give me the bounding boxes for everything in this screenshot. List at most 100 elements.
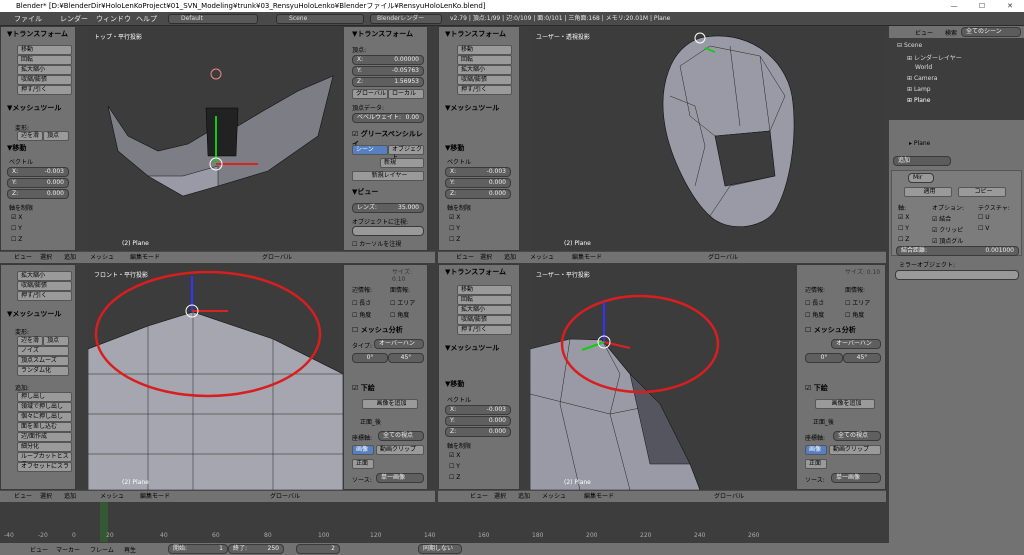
br-scale-button[interactable]: 拡大縮小 <box>457 305 512 315</box>
merge-distance-field[interactable]: 結合距離: 0.001000 <box>896 246 1019 256</box>
tr-mesh-tools-header[interactable]: ▼メッシュツール <box>445 103 499 113</box>
move-x-field[interactable]: X: -0.003 <box>7 167 69 177</box>
bl-slide-vertex[interactable]: 頂点 <box>43 336 69 346</box>
lock-object-field[interactable] <box>352 226 424 236</box>
extrude-region-button[interactable]: 領域で押し出し <box>17 402 72 412</box>
constraint-x-checkbox[interactable]: ☑ X <box>11 214 22 221</box>
move-z-field[interactable]: Z: 0.000 <box>7 189 69 199</box>
br-angle-checkbox[interactable]: ☐ 角度 <box>805 310 824 319</box>
layout-dropdown[interactable]: Default <box>168 14 258 24</box>
br-push-button[interactable]: 押す/引く <box>457 325 512 335</box>
outliner-renderlayer[interactable]: ⊞ レンダーレイヤー <box>907 53 962 62</box>
tr-constraint-z[interactable]: ☐ Z <box>449 236 460 243</box>
shrink-button[interactable]: 収縮/膨張 <box>17 75 72 85</box>
menu-window[interactable]: ウィンドウ <box>96 12 131 26</box>
new-layer-button[interactable]: 新規レイヤー <box>352 171 424 181</box>
hdr-view[interactable]: ビュー <box>14 252 32 263</box>
br-min-angle-field[interactable]: 0° <box>805 353 843 363</box>
mesh-tools-header[interactable]: ▼メッシュツール <box>7 103 61 113</box>
tl-frame-menu[interactable]: フレーム <box>90 545 114 554</box>
br-source-dropdown[interactable]: 単一画像 <box>831 473 881 483</box>
hdr-mode[interactable]: 編集モード <box>140 491 170 502</box>
bl-scale-button[interactable]: 拡大縮小 <box>17 271 72 281</box>
tr-scale-button[interactable]: 拡大縮小 <box>457 65 512 75</box>
image-tab[interactable]: 画像 <box>352 445 374 455</box>
hdr-global[interactable]: グローバル <box>714 491 744 502</box>
viewport-front-ortho[interactable]: フロント・平行投影 (2) Plane <box>88 264 343 490</box>
viewport-user-ortho[interactable]: ユーザー・平行投影 (2) Plane <box>530 264 796 490</box>
br-length-checkbox[interactable]: ☐ 長さ <box>805 298 824 307</box>
hdr-global[interactable]: グローバル <box>708 252 738 263</box>
constraint-z-checkbox[interactable]: ☐ Z <box>11 236 22 243</box>
start-frame-field[interactable]: 開始: 1 <box>168 544 228 554</box>
br-shrink-button[interactable]: 収縮/膨張 <box>457 315 512 325</box>
min-angle-field[interactable]: 0° <box>352 353 388 363</box>
viewport-top-ortho[interactable]: トップ・平行投影 (2) Plane <box>88 26 343 251</box>
outliner-camera[interactable]: ⊞ Camera <box>907 75 937 82</box>
slide-vertex-button[interactable]: 頂点 <box>43 131 69 141</box>
close-button[interactable]: ✕ <box>996 0 1024 12</box>
hdr-add[interactable]: 追加 <box>518 491 530 502</box>
hdr-mode[interactable]: 編集モード <box>572 252 602 263</box>
hdr-view[interactable]: ビュー <box>456 252 474 263</box>
offset-edge-button[interactable]: オフセットにスラ <box>17 462 72 472</box>
tr-constraint-x[interactable]: ☑ X <box>449 214 460 221</box>
vertex-x-field[interactable]: X: 0.00000 <box>352 55 424 65</box>
hdr-add[interactable]: 追加 <box>504 252 516 263</box>
br-area-checkbox[interactable]: ☐ エリア <box>845 298 870 307</box>
br-constraint-x[interactable]: ☑ X <box>449 452 460 459</box>
hdr-mesh[interactable]: メッシュ <box>530 252 554 263</box>
br-constraint-y[interactable]: ☐ Y <box>449 463 460 470</box>
gp-new-button[interactable]: 新規 <box>380 158 424 168</box>
outliner-search-menu[interactable]: 検索 <box>945 28 957 37</box>
br-bg-images-header[interactable]: ☑ 下絵 <box>805 383 828 393</box>
tr-move-x-field[interactable]: X: -0.003 <box>445 167 511 177</box>
push-pull-button[interactable]: 押す/引く <box>17 85 72 95</box>
hdr-mesh[interactable]: メッシュ <box>90 252 114 263</box>
hdr-select[interactable]: 選択 <box>480 252 492 263</box>
tr-shrink-button[interactable]: 収縮/膨張 <box>457 75 512 85</box>
menu-help[interactable]: ヘルプ <box>136 12 157 26</box>
modifier-name-field[interactable]: Mir <box>908 173 934 183</box>
front-button[interactable]: 正面 <box>352 459 374 469</box>
copy-button[interactable]: コピー <box>958 187 1006 197</box>
bevel-weight-field[interactable]: ベベルウェイト: 0.00 <box>352 113 424 123</box>
hdr-mode[interactable]: 編集モード <box>584 491 614 502</box>
hdr-add[interactable]: 追加 <box>64 491 76 502</box>
inset-button[interactable]: 面を差し込む <box>17 422 72 432</box>
analysis-type-dropdown[interactable]: オーバーハン <box>374 339 424 349</box>
axis-dropdown[interactable]: 全ての視点 <box>378 431 424 441</box>
constraint-y-checkbox[interactable]: ☐ Y <box>11 225 22 232</box>
area-checkbox[interactable]: ☐ エリア <box>390 298 415 307</box>
br-front-button[interactable]: 正面 <box>805 459 827 469</box>
tr-rotate-button[interactable]: 回転 <box>457 55 512 65</box>
extrude-individual-button[interactable]: 個々に押し出し <box>17 412 72 422</box>
hdr-add[interactable]: 追加 <box>64 252 76 263</box>
vertex-z-field[interactable]: Z: 1.56953 <box>352 77 424 87</box>
minimize-button[interactable]: — <box>940 0 968 12</box>
angle-checkbox[interactable]: ☐ 角度 <box>352 310 371 319</box>
scene-dropdown[interactable]: Scene <box>276 14 364 24</box>
br-op-move-header[interactable]: ▼移動 <box>445 379 464 389</box>
outliner-world[interactable]: World <box>915 64 932 71</box>
tr-move-z-field[interactable]: Z: 0.000 <box>445 189 511 199</box>
outliner-plane[interactable]: ⊞ Plane <box>907 97 930 104</box>
movie-clip-tab[interactable]: 動画クリップ <box>376 445 424 455</box>
viewport-user-persp[interactable]: ユーザー・透視投影 (2) Plane <box>530 26 886 251</box>
max-angle-field[interactable]: 45° <box>388 353 424 363</box>
axis-z-checkbox[interactable]: ☐ Z <box>898 236 909 243</box>
br-movie-clip-tab[interactable]: 動画クリップ <box>829 445 881 455</box>
br-analysis-type-dropdown[interactable]: オーバーハン <box>831 339 881 349</box>
hdr-view[interactable]: ビュー <box>470 491 488 502</box>
br-move-y-field[interactable]: Y: 0.000 <box>445 416 511 426</box>
face-angle-checkbox[interactable]: ☐ 角度 <box>390 310 409 319</box>
end-frame-field[interactable]: 終了: 250 <box>228 544 284 554</box>
source-dropdown[interactable]: 単一画像 <box>376 473 424 483</box>
gp-object-button[interactable]: オブジェクト <box>388 145 424 161</box>
move-y-field[interactable]: Y: 0.000 <box>7 178 69 188</box>
n-transform-header[interactable]: ▼トランスフォーム <box>352 29 413 39</box>
axis-y-checkbox[interactable]: ☐ Y <box>898 225 909 232</box>
tr-constraint-y[interactable]: ☐ Y <box>449 225 460 232</box>
hdr-select[interactable]: 選択 <box>40 252 52 263</box>
hdr-global[interactable]: グローバル <box>270 491 300 502</box>
